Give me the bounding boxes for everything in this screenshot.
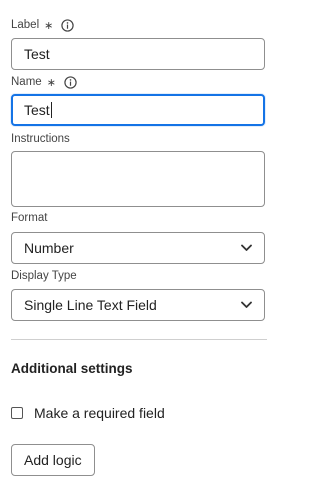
required-asterisk: ∗ xyxy=(44,19,54,32)
format-select[interactable]: Number xyxy=(11,232,265,264)
format-label-row: Format xyxy=(11,210,47,226)
label-field-label-row: Label ∗ xyxy=(11,17,75,33)
required-field-checkbox[interactable] xyxy=(11,407,23,419)
additional-settings-title: Additional settings xyxy=(11,361,133,376)
name-field-label: Name xyxy=(11,76,42,88)
name-input[interactable]: Test xyxy=(11,94,265,126)
label-input-value: Test xyxy=(24,46,50,62)
display-type-select[interactable]: Single Line Text Field xyxy=(11,289,265,321)
label-input[interactable]: Test xyxy=(11,38,265,70)
display-type-label: Display Type xyxy=(11,270,77,282)
name-field-label-row: Name ∗ xyxy=(11,74,77,90)
section-divider xyxy=(11,339,267,340)
text-cursor xyxy=(50,102,52,118)
instructions-label-row: Instructions xyxy=(11,131,70,147)
display-type-label-row: Display Type xyxy=(11,268,77,284)
format-label: Format xyxy=(11,212,48,224)
chevron-down-icon xyxy=(241,244,252,251)
name-input-value: Test xyxy=(24,102,50,118)
instructions-label: Instructions xyxy=(11,133,70,145)
info-icon[interactable] xyxy=(61,18,75,32)
required-field-checkbox-row[interactable]: Make a required field xyxy=(11,405,165,421)
display-type-selected-value: Single Line Text Field xyxy=(24,297,157,313)
add-logic-button[interactable]: Add logic xyxy=(11,444,95,476)
required-asterisk: ∗ xyxy=(46,76,56,89)
label-field-label: Label xyxy=(11,19,40,31)
format-selected-value: Number xyxy=(24,240,74,256)
chevron-down-icon xyxy=(241,301,252,308)
required-field-checkbox-label[interactable]: Make a required field xyxy=(34,405,165,421)
info-icon[interactable] xyxy=(64,75,77,89)
instructions-textarea[interactable] xyxy=(11,151,265,207)
